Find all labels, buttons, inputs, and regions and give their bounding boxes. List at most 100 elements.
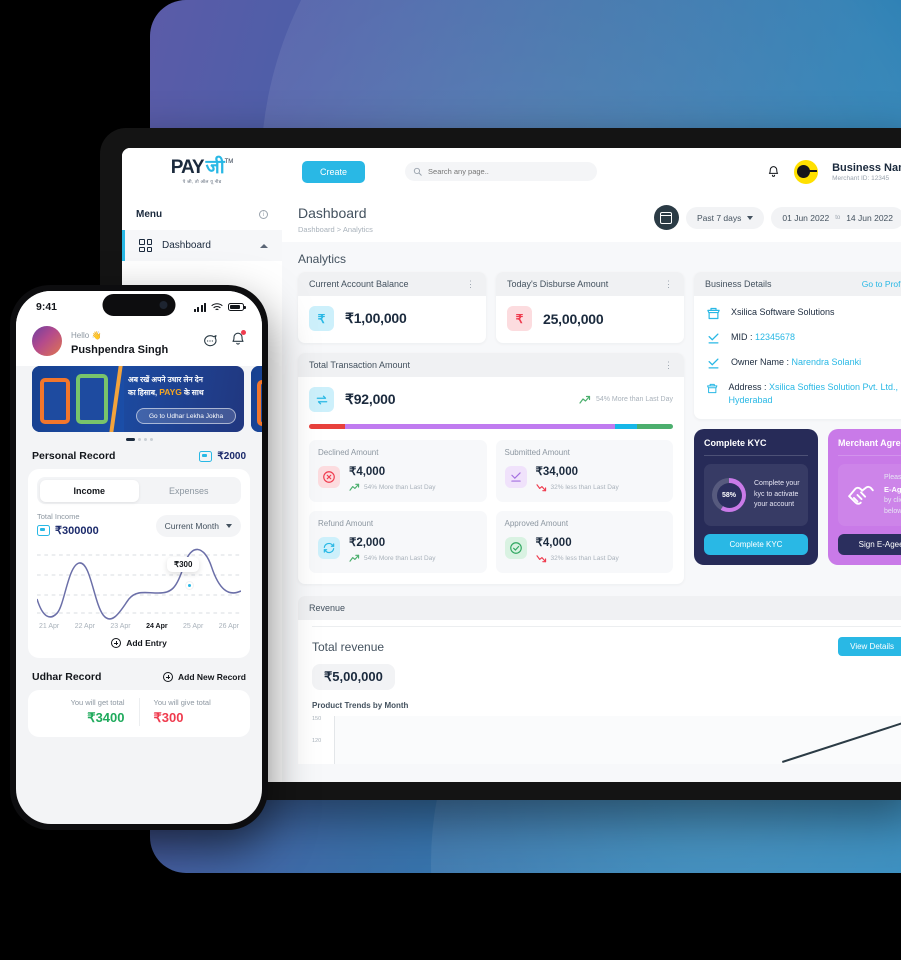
spark-active-point[interactable] bbox=[186, 582, 193, 589]
sub-card-title: Refund Amount bbox=[318, 519, 374, 528]
transaction-sub-cards: Declined Amount ₹4,000 54% More than Las… bbox=[298, 429, 684, 584]
udhar-totals-card: You will get total ₹3400 You will give t… bbox=[28, 690, 250, 737]
udhar-give-label: You will give total bbox=[153, 698, 211, 707]
range-preset-dropdown[interactable]: Past 7 days bbox=[685, 206, 765, 229]
bar-segment-submitted bbox=[345, 424, 615, 429]
total-transaction-summary: ₹92,000 54% More than Last Day bbox=[298, 377, 684, 418]
chat-icon[interactable] bbox=[202, 333, 218, 349]
create-button[interactable]: Create bbox=[302, 160, 366, 183]
greeting-text: Hello 👋 Pushpendra Singh bbox=[71, 325, 168, 356]
date-from: 01 Jun 2022 bbox=[782, 212, 830, 223]
carousel-dot[interactable] bbox=[137, 438, 141, 441]
user-name: Pushpendra Singh bbox=[71, 344, 169, 356]
plus-circle-icon bbox=[162, 672, 173, 682]
view-details-button[interactable]: View Details bbox=[838, 637, 901, 656]
info-icon[interactable]: i bbox=[259, 210, 268, 219]
business-name-value: Xsilica Software Solutions bbox=[731, 307, 835, 317]
bell-badge-icon[interactable] bbox=[230, 329, 246, 352]
carousel-dot-active[interactable] bbox=[125, 438, 135, 441]
page-header-left: Dashboard Dashboard > Analytics bbox=[298, 205, 373, 234]
total-income-value: ₹300000 bbox=[55, 525, 99, 537]
todays-disburse-value: 25,00,000 bbox=[543, 310, 604, 327]
card-menu-icon[interactable]: ⋮ bbox=[664, 360, 673, 369]
card-menu-icon[interactable]: ⋮ bbox=[664, 279, 673, 288]
x-label-active: 24 Apr bbox=[146, 623, 168, 630]
date-range-controls: Past 7 days 01 Jun 2022 to 14 Jun 2022 bbox=[653, 205, 901, 230]
card-header: Total Transaction Amount ⋮ bbox=[298, 353, 684, 377]
tab-income[interactable]: Income bbox=[39, 479, 139, 502]
tab-expenses[interactable]: Expenses bbox=[139, 480, 239, 502]
revenue-header: Revenue bbox=[298, 596, 901, 620]
phone-notch bbox=[102, 294, 176, 316]
calendar-button[interactable] bbox=[653, 205, 679, 230]
promo-banner-carousel[interactable]: अब रखें अपने उधार लेन देन का हिसाब, PAYG… bbox=[16, 366, 262, 432]
approved-amount-card: Approved Amount ₹4,000 32% less than Las… bbox=[495, 511, 673, 573]
total-income-label: Total Income bbox=[37, 512, 80, 521]
banner-text: अब रखें अपने उधार लेन देन का हिसाब, PAYG… bbox=[128, 375, 238, 399]
rupee-icon: ₹ bbox=[309, 306, 334, 331]
top-bar: PAY जी TM पे जी, तो ऑल यू नीड Create Bus… bbox=[122, 148, 901, 195]
sub-card-delta: 32% less than Last Day bbox=[535, 554, 619, 563]
banner-phone-green bbox=[76, 374, 108, 424]
total-income-row: Total Income ₹300000 Current Month bbox=[37, 512, 241, 537]
hello-label: Hello 👋 bbox=[71, 331, 102, 340]
total-income-block: Total Income ₹300000 bbox=[37, 512, 99, 537]
chart-line bbox=[782, 722, 901, 763]
card-title: Business Details bbox=[705, 279, 772, 289]
total-transaction-delta: 54% More than Last Day bbox=[579, 395, 673, 405]
carousel-dots[interactable] bbox=[16, 432, 262, 450]
trend-down-icon bbox=[535, 555, 546, 563]
add-new-record-button[interactable]: Add New Record bbox=[162, 672, 246, 682]
sign-agreement-button[interactable]: Sign E-Ageement bbox=[838, 534, 901, 556]
card-menu-icon[interactable]: ⋮ bbox=[466, 279, 475, 288]
x-circle-icon bbox=[318, 466, 340, 488]
go-to-profile-link[interactable]: Go to Profile bbox=[862, 279, 901, 289]
banner-phone-orange bbox=[40, 378, 70, 424]
x-label: 21 Apr bbox=[39, 623, 60, 630]
analytics-section-title: Analytics bbox=[298, 252, 347, 266]
agreement-copy: Please Sign E-Agreement by clicking belo… bbox=[884, 473, 901, 517]
banner-cta-button[interactable]: Go to Udhar Lekha Jokha bbox=[136, 408, 237, 424]
sidebar-item-dashboard[interactable]: Dashboard bbox=[122, 230, 282, 261]
sub-card-content: ₹4,000 54% More than Last Day bbox=[349, 462, 436, 492]
promo-banner-next[interactable] bbox=[251, 366, 262, 432]
sub-card-delta: 32% less than Last Day bbox=[535, 483, 619, 492]
complete-kyc-button[interactable]: Complete KYC bbox=[704, 534, 808, 556]
owner-label: Owner Name : bbox=[731, 357, 792, 367]
trend-down-icon bbox=[535, 484, 546, 492]
avatar[interactable] bbox=[32, 325, 62, 356]
search-input[interactable] bbox=[428, 167, 590, 176]
promo-banner[interactable]: अब रखें अपने उधार लेन देन का हिसाब, PAYG… bbox=[32, 366, 244, 432]
add-new-record-label: Add New Record bbox=[177, 672, 246, 682]
avatar-glyph bbox=[797, 164, 818, 178]
y-tick-150: 150 bbox=[312, 716, 322, 722]
total-income-value-row: ₹300000 bbox=[37, 524, 99, 537]
add-entry-button[interactable]: Add Entry bbox=[37, 638, 241, 648]
search-box[interactable] bbox=[405, 162, 598, 181]
x-label: 22 Apr bbox=[74, 623, 95, 630]
total-transaction-value: ₹92,000 bbox=[345, 391, 396, 407]
carousel-dot[interactable] bbox=[143, 438, 147, 441]
personal-record-header: Personal Record ₹2000 bbox=[16, 450, 262, 469]
merchant-agreement-card: Merchant Agreement Please Sign E-Agreeme… bbox=[828, 429, 901, 566]
search-icon bbox=[413, 167, 422, 176]
card-title: Today's Disburse Amount bbox=[507, 279, 609, 289]
business-details-body: Xsilica Software Solutions MID : 1234567… bbox=[694, 296, 901, 419]
personal-record-amount-wrap: ₹2000 bbox=[199, 450, 246, 462]
exchange-icon bbox=[309, 387, 334, 412]
sub-card-value: ₹2,000 bbox=[349, 537, 386, 549]
app-logo[interactable]: PAY जी TM पे जी, तो ऑल यू नीड bbox=[122, 148, 282, 195]
avatar[interactable] bbox=[794, 159, 819, 184]
trend-up-icon bbox=[349, 554, 360, 562]
carousel-dot[interactable] bbox=[149, 438, 153, 441]
sub-card-title: Declined Amount bbox=[318, 448, 379, 457]
spark-tooltip: ₹300 bbox=[167, 557, 200, 572]
business-detail-row: Owner Name : Narendra Solanki bbox=[706, 356, 901, 371]
spark-svg bbox=[36, 548, 242, 620]
bell-icon[interactable] bbox=[767, 164, 780, 179]
sub-card-delta: 54% More than Last Day bbox=[349, 483, 436, 492]
month-selector[interactable]: Current Month bbox=[155, 515, 241, 537]
udhar-give-total: You will give total ₹300 bbox=[138, 698, 251, 726]
date-range-display[interactable]: 01 Jun 2022 to 14 Jun 2022 bbox=[771, 206, 901, 229]
banner-brand: PAYG bbox=[159, 386, 182, 397]
